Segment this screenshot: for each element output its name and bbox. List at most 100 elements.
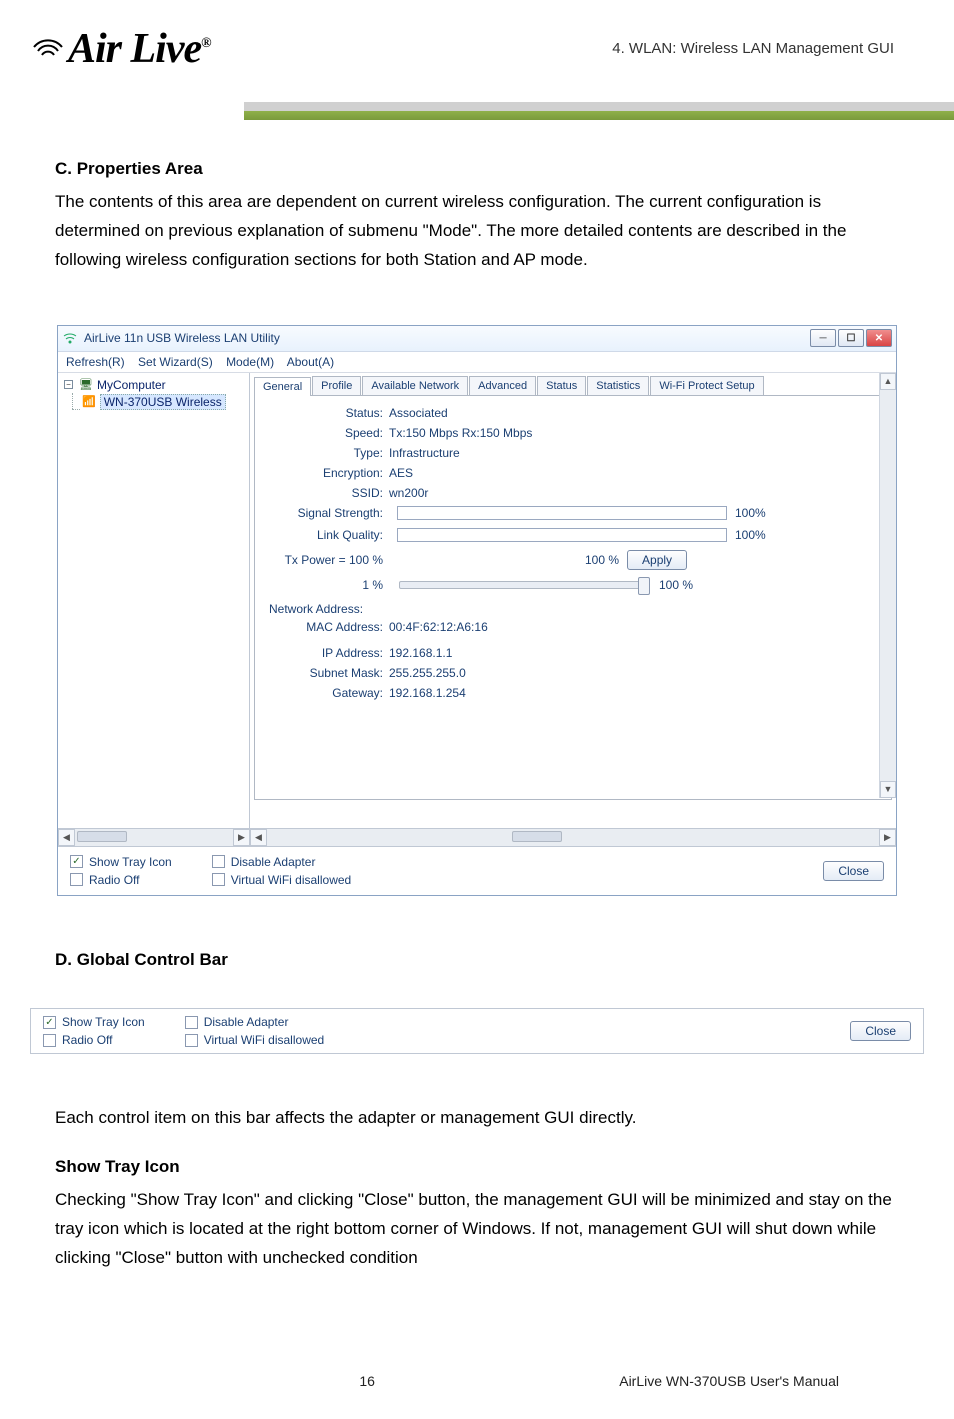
disable-adapter-checkbox-mini[interactable]: Disable Adapter	[185, 1015, 325, 1029]
disable-adapter-label-mini: Disable Adapter	[204, 1015, 289, 1029]
radio-off-checkbox[interactable]: Radio Off	[70, 873, 172, 887]
global-control-bar: ✓ Show Tray Icon Radio Off Disable Adapt…	[58, 846, 896, 895]
show-tray-label: Show Tray Icon	[89, 855, 172, 869]
ssid-value: wn200r	[389, 486, 428, 500]
mac-value: 00:4F:62:12:A6:16	[389, 620, 488, 634]
menu-refresh[interactable]: Refresh(R)	[66, 355, 125, 369]
status-label: Status:	[269, 406, 389, 420]
link-quality-bar	[397, 528, 727, 542]
checkbox-checked-icon: ✓	[43, 1016, 56, 1029]
tree-root[interactable]: − 🖥 MyComputer	[62, 377, 245, 393]
tab-status[interactable]: Status	[537, 376, 586, 395]
show-tray-checkbox[interactable]: ✓ Show Tray Icon	[70, 855, 172, 869]
slider-thumb[interactable]	[638, 577, 650, 595]
txpower-slider[interactable]	[399, 581, 649, 589]
ip-value: 192.168.1.1	[389, 646, 452, 660]
scroll-right-icon[interactable]: ▶	[879, 829, 896, 846]
tree-horizontal-scrollbar[interactable]: ◀ ▶	[58, 829, 250, 846]
maximize-button[interactable]: ☐	[838, 329, 864, 347]
menu-about[interactable]: About(A)	[287, 355, 334, 369]
scroll-left-icon[interactable]: ◀	[250, 829, 267, 846]
tree-pane: − 🖥 MyComputer 📶 WN-370USB Wireless	[58, 373, 250, 828]
wifi-icon	[30, 26, 66, 74]
virtual-wifi-checkbox-mini[interactable]: Virtual WiFi disallowed	[185, 1033, 325, 1047]
type-label: Type:	[269, 446, 389, 460]
speed-value: Tx:150 Mbps Rx:150 Mbps	[389, 426, 532, 440]
txpower-bar-value: 100 %	[585, 553, 619, 567]
page-number: 16	[359, 1373, 375, 1389]
virtual-wifi-checkbox[interactable]: Virtual WiFi disallowed	[212, 873, 352, 887]
scroll-up-icon[interactable]: ▲	[880, 373, 896, 390]
app-icon	[62, 330, 78, 346]
radio-off-label: Radio Off	[89, 873, 139, 887]
form-horizontal-scrollbar[interactable]: ◀ ▶	[250, 829, 896, 846]
link-quality-label: Link Quality:	[269, 528, 389, 542]
slider-min-label: 1 %	[269, 578, 389, 592]
section-d-text: Each control item on this bar affects th…	[55, 1104, 899, 1133]
close-button-mini[interactable]: Close	[850, 1021, 911, 1041]
tab-body: Status:Associated Speed:Tx:150 Mbps Rx:1…	[254, 395, 892, 800]
checkbox-unchecked-icon	[70, 873, 83, 886]
tree-child[interactable]: 📶 WN-370USB Wireless	[62, 393, 245, 411]
encryption-label: Encryption:	[269, 466, 389, 480]
adapter-icon: 📶	[82, 395, 96, 408]
gateway-label: Gateway:	[269, 686, 389, 700]
tree-root-label: MyComputer	[97, 378, 166, 392]
network-address-label: Network Address:	[269, 602, 877, 616]
show-tray-label-mini: Show Tray Icon	[62, 1015, 145, 1029]
checkbox-unchecked-icon	[185, 1034, 198, 1047]
encryption-value: AES	[389, 466, 413, 480]
radio-off-label-mini: Radio Off	[62, 1033, 112, 1047]
section-c-title: C. Properties Area	[55, 155, 899, 184]
section-c-text: The contents of this area are dependent …	[55, 188, 899, 275]
show-tray-title: Show Tray Icon	[55, 1153, 899, 1182]
ssid-label: SSID:	[269, 486, 389, 500]
type-value: Infrastructure	[389, 446, 460, 460]
minimize-button[interactable]: ─	[810, 329, 836, 347]
subnet-value: 255.255.255.0	[389, 666, 466, 680]
checkbox-unchecked-icon	[185, 1016, 198, 1029]
scroll-right-icon[interactable]: ▶	[233, 829, 250, 846]
tree-collapse-icon[interactable]: −	[64, 380, 73, 389]
show-tray-checkbox-mini[interactable]: ✓ Show Tray Icon	[43, 1015, 145, 1029]
menu-setwizard[interactable]: Set Wizard(S)	[138, 355, 213, 369]
menu-mode[interactable]: Mode(M)	[226, 355, 274, 369]
link-quality-percent: 100%	[735, 528, 766, 542]
scroll-down-icon[interactable]: ▼	[880, 781, 896, 798]
disable-adapter-checkbox[interactable]: Disable Adapter	[212, 855, 352, 869]
checkbox-unchecked-icon	[43, 1034, 56, 1047]
tab-statistics[interactable]: Statistics	[587, 376, 649, 395]
close-window-button[interactable]: ✕	[866, 329, 892, 347]
status-value: Associated	[389, 406, 448, 420]
header-accent-bar	[244, 102, 954, 120]
tab-available-network[interactable]: Available Network	[362, 376, 468, 395]
txpower-label: Tx Power = 100 %	[269, 553, 389, 567]
show-tray-text: Checking "Show Tray Icon" and clicking "…	[55, 1186, 899, 1273]
checkbox-unchecked-icon	[212, 855, 225, 868]
tab-profile[interactable]: Profile	[312, 376, 361, 395]
titlebar[interactable]: AirLive 11n USB Wireless LAN Utility ─ ☐…	[58, 326, 896, 352]
checkbox-unchecked-icon	[212, 873, 225, 886]
window-title: AirLive 11n USB Wireless LAN Utility	[84, 331, 810, 345]
brand-logo: Air Live®	[0, 0, 211, 76]
tree-child-label: WN-370USB Wireless	[100, 394, 226, 410]
scroll-left-icon[interactable]: ◀	[58, 829, 75, 846]
slider-max-label: 100 %	[659, 578, 693, 592]
computer-icon: 🖥	[79, 378, 93, 391]
signal-strength-percent: 100%	[735, 506, 766, 520]
radio-off-checkbox-mini[interactable]: Radio Off	[43, 1033, 145, 1047]
gateway-value: 192.168.1.254	[389, 686, 466, 700]
signal-strength-bar	[397, 506, 727, 520]
apply-button[interactable]: Apply	[627, 550, 687, 570]
tab-general[interactable]: General	[254, 377, 311, 396]
mini-control-bar: ✓ Show Tray Icon Radio Off Disable Adapt…	[30, 1008, 924, 1054]
tab-wifi-protect[interactable]: Wi-Fi Protect Setup	[650, 376, 763, 395]
section-d-title: D. Global Control Bar	[55, 946, 899, 975]
tab-advanced[interactable]: Advanced	[469, 376, 536, 395]
close-button[interactable]: Close	[823, 861, 884, 881]
disable-adapter-label: Disable Adapter	[231, 855, 316, 869]
breadcrumb: 4. WLAN: Wireless LAN Management GUI	[612, 40, 894, 57]
tab-strip: General Profile Available Network Advanc…	[250, 373, 896, 395]
vertical-scrollbar[interactable]: ▲ ▼	[879, 373, 896, 798]
checkbox-checked-icon: ✓	[70, 855, 83, 868]
